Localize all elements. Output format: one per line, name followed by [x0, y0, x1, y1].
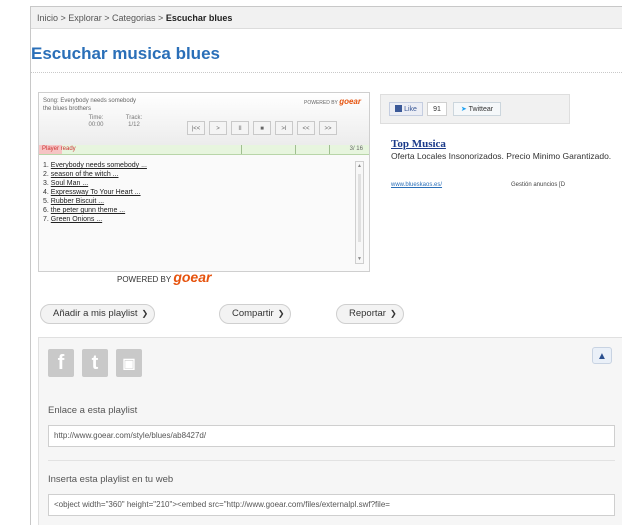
track-value: 1/12 [128, 122, 140, 128]
progress-divider [329, 145, 330, 154]
like-label: Like [404, 106, 417, 113]
track-number: 2. [43, 171, 49, 178]
share-divider [48, 460, 615, 461]
facebook-like-button[interactable]: Like [389, 102, 423, 116]
title-divider [31, 72, 622, 73]
track-number: 4. [43, 189, 49, 196]
report-label: Reportar [349, 308, 386, 319]
scroll-down-icon[interactable]: ▼ [356, 255, 363, 263]
track-label: Track: [125, 115, 143, 121]
player-header: Song: Everybody needs somebody the blues… [39, 93, 369, 146]
playlist-link-field[interactable]: http://www.goear.com/style/blues/ab8427d… [48, 425, 615, 447]
share-button[interactable]: Compartir ❯ [219, 304, 292, 324]
track-item[interactable]: 2. season of the witch ... [43, 170, 347, 179]
track-list: 1. Everybody needs somebody ... 2. seaso… [43, 161, 347, 224]
next-track-button[interactable]: >I [275, 121, 293, 135]
scrollbar-thumb[interactable] [358, 174, 361, 242]
page-title: Escuchar musica blues [31, 44, 220, 63]
powered-by-goear[interactable]: POWERED BY goear [117, 269, 211, 285]
ad-management-link[interactable]: Gestión anuncios [D [511, 182, 565, 188]
player-progress-bar[interactable]: Player ready 3/ 16 [39, 145, 369, 155]
track-number: 7. [43, 216, 49, 223]
track-item[interactable]: 6. the peter gunn theme ... [43, 206, 347, 215]
twitter-button[interactable]: ➤ Twittear [453, 102, 501, 116]
tweet-label: Twittear [468, 106, 494, 113]
add-to-playlist-label: Añadir a mis playlist [53, 308, 138, 319]
goear-logo: goear [173, 269, 212, 285]
powered-by-small[interactable]: POWERED BY goear [304, 97, 361, 106]
track-title[interactable]: Soul Man ... [51, 180, 88, 187]
goear-logo-small: goear [339, 97, 361, 106]
powered-by-prefix: POWERED BY [117, 275, 172, 284]
chevron-down-icon: ❯ [277, 309, 285, 318]
breadcrumb: Inicio > Explorar > Categorias > Escucha… [31, 7, 622, 29]
song-artist: the blues brothers [43, 106, 92, 112]
twitter-bird-icon: ➤ [460, 106, 467, 113]
add-to-playlist-button[interactable]: Añadir a mis playlist ❯ [40, 304, 156, 324]
breadcrumb-path[interactable]: Inicio > Explorar > Categorias > [37, 13, 166, 23]
track-item[interactable]: 3. Soul Man ... [43, 179, 347, 188]
twitter-share-icon[interactable]: t [82, 349, 108, 377]
player-count: 3/ 16 [349, 146, 363, 152]
time-value: 00:00 [88, 122, 104, 128]
play-button[interactable]: > [209, 121, 227, 135]
ad-description: Oferta Locales Insonorizados. Precio Min… [391, 151, 612, 161]
chevron-down-icon: ❯ [389, 309, 397, 318]
breadcrumb-current: Escuchar blues [165, 13, 233, 23]
ad-url-link[interactable]: www.blueskaos.es/ [391, 182, 442, 188]
track-number: 1. [43, 162, 49, 169]
scroll-up-icon[interactable]: ▲ [356, 162, 363, 170]
track-item[interactable]: 1. Everybody needs somebody ... [43, 161, 347, 170]
like-count: 91 [427, 102, 447, 116]
embed-code-label: Inserta esta playlist en tu web [48, 474, 174, 485]
music-player: Song: Everybody needs somebody the blues… [38, 92, 370, 272]
track-display: Track: 1/12 [119, 115, 149, 129]
progress-divider [241, 145, 242, 154]
time-display: Time: 00:00 [81, 115, 111, 129]
track-number: 3. [43, 180, 49, 187]
facebook-share-icon[interactable]: f [48, 349, 74, 377]
track-list-scrollbar[interactable]: ▲ ▼ [355, 161, 364, 264]
progress-divider [295, 145, 296, 154]
playlist-link-label: Enlace a esta playlist [48, 405, 138, 416]
report-button[interactable]: Reportar ❯ [336, 304, 404, 324]
track-title[interactable]: Expressway To Your Heart ... [51, 189, 141, 196]
track-title[interactable]: Green Onions ... [51, 216, 102, 223]
pause-button[interactable]: II [231, 121, 249, 135]
track-title[interactable]: Rubber Biscuit ... [51, 198, 104, 205]
social-bar: Like 91 ➤ Twittear [380, 94, 570, 124]
share-label: Compartir [232, 308, 274, 319]
now-playing: Song: Everybody needs somebody the blues… [43, 97, 213, 113]
track-number: 6. [43, 207, 49, 214]
track-title[interactable]: Everybody needs somebody ... [51, 162, 147, 169]
chevron-down-icon: ❯ [141, 309, 149, 318]
ad-title-link[interactable]: Top Musica [391, 138, 446, 150]
powered-by-small-prefix: POWERED BY [304, 100, 338, 106]
track-item[interactable]: 7. Green Onions ... [43, 215, 347, 224]
track-title[interactable]: the peter gunn theme ... [51, 207, 125, 214]
track-item[interactable]: 4. Expressway To Your Heart ... [43, 188, 347, 197]
song-title: Song: Everybody needs somebody [43, 98, 137, 104]
time-label: Time: [88, 115, 104, 121]
chevron-up-icon: ▲ [597, 351, 607, 362]
embed-code-field[interactable]: <object width="360" height="210"><embed … [48, 494, 615, 516]
first-track-button[interactable]: |<< [187, 121, 205, 135]
track-item[interactable]: 5. Rubber Biscuit ... [43, 197, 347, 206]
player-status: Player ready [42, 146, 76, 152]
facebook-like-icon [395, 105, 403, 112]
rewind-button[interactable]: << [297, 121, 315, 135]
tuenti-share-icon[interactable]: ▣ [116, 349, 142, 377]
forward-button[interactable]: >> [319, 121, 337, 135]
track-title[interactable]: season of the witch ... [51, 171, 119, 178]
track-number: 5. [43, 198, 49, 205]
collapse-panel-button[interactable]: ▲ [592, 347, 612, 364]
stop-button[interactable]: ■ [253, 121, 271, 135]
